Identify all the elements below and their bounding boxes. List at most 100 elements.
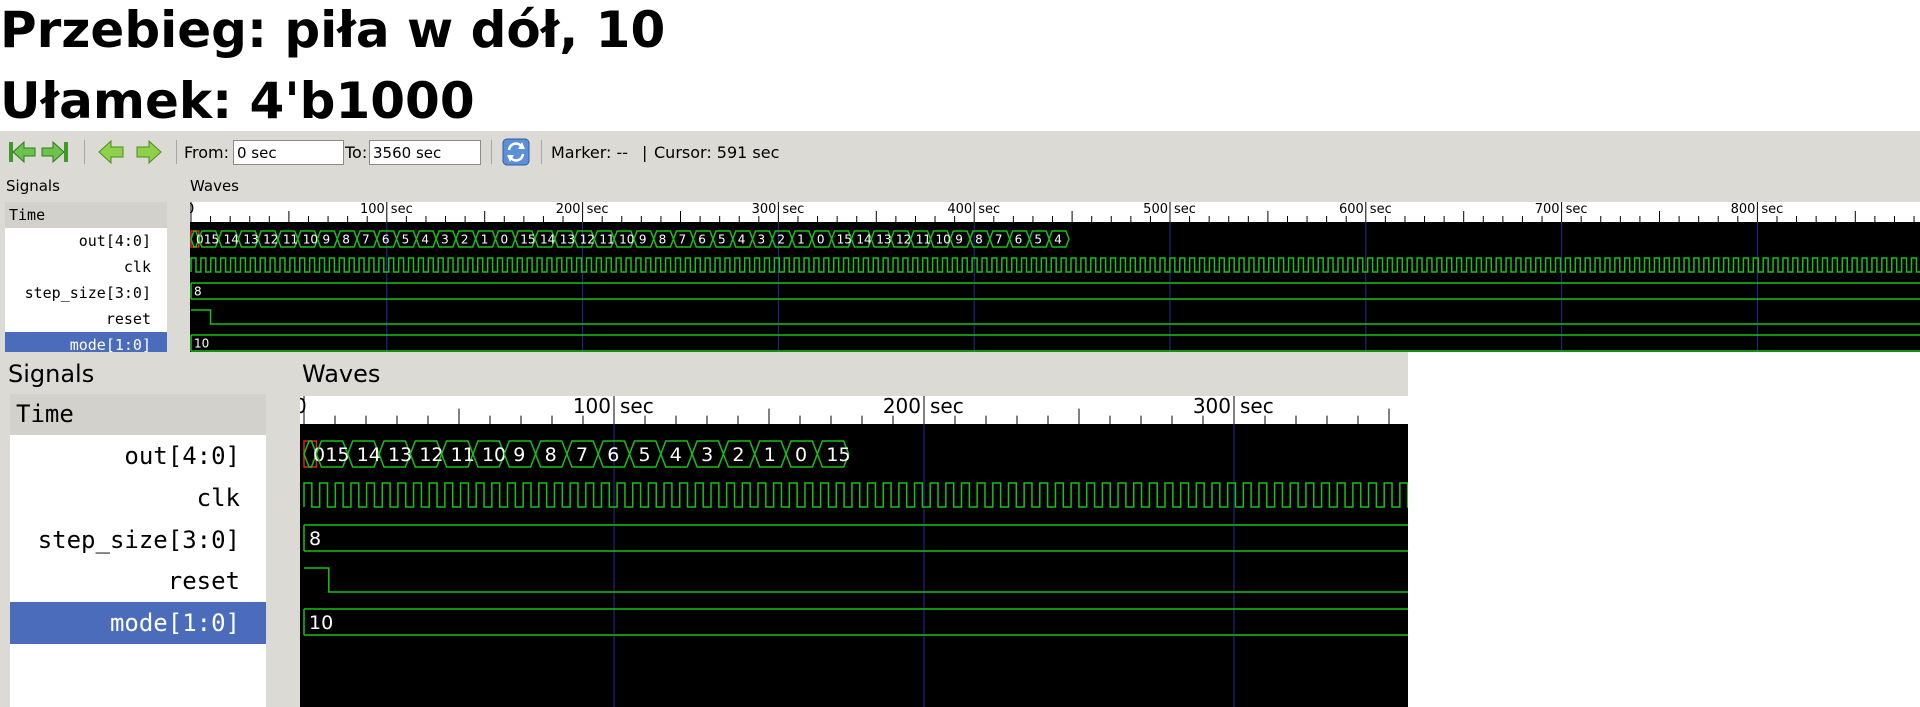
mode-wave [190, 334, 1920, 352]
bus-value: 0 [795, 444, 807, 466]
clk-wave [190, 257, 1920, 273]
time-label: 200 [556, 202, 581, 217]
time-unit-label: sec [978, 202, 1000, 217]
bus-value: 1 [797, 232, 805, 246]
bus-value: 9 [639, 232, 647, 246]
bus-value: 4 [421, 232, 429, 246]
time-label: 0 [300, 396, 307, 418]
bus-value: 9 [955, 232, 963, 246]
jump-to-end-icon[interactable] [40, 139, 70, 165]
bus-value: 7 [995, 232, 1003, 246]
bus-value: 8 [309, 528, 321, 550]
bus-value: 7 [576, 444, 588, 466]
bus-value: 14 [224, 232, 239, 246]
waves-frame-label: Waves [188, 177, 241, 195]
toolbar-separator [176, 140, 177, 164]
wave-area[interactable]: 0 100 sec 200 sec 300 sec 400 sec 500 sec 600 sec 700… [190, 202, 1920, 352]
bus-value: 4 [1054, 232, 1062, 246]
time-ruler [190, 202, 1920, 222]
time-label: 100 [573, 396, 611, 418]
signal-row-step-size[interactable]: step_size[3:0] [5, 280, 167, 306]
bus-value: 10 [303, 232, 318, 246]
signal-row-time: Time [5, 202, 167, 228]
waveform-canvas: 0 100 sec 200 sec 300 sec0 15 14 13 12 11 10 9 8 7 6 5 4 3 2… [300, 396, 1408, 707]
bus-value: 0 [817, 232, 825, 246]
waveform-viewer-zoomed: Signals Waves Time out[4:0] clk step_siz… [0, 352, 1408, 707]
bus-value: 6 [1015, 232, 1023, 246]
signal-row-clk[interactable]: clk [5, 254, 167, 280]
jump-to-start-icon[interactable] [7, 139, 37, 165]
bus-value: 6 [382, 232, 390, 246]
bus-value: 13 [388, 444, 412, 466]
bus-value: 7 [362, 232, 370, 246]
signal-row-mode[interactable]: mode[1:0] [10, 602, 266, 644]
bus-value: 13 [876, 232, 891, 246]
time-unit-label: sec [620, 396, 654, 418]
zoom-back-icon[interactable] [97, 139, 125, 165]
signal-row-out[interactable]: out[4:0] [10, 435, 266, 477]
page-heading-title: Przebieg: piła w dół, 10 [0, 1, 666, 59]
time-label: 700 [1535, 202, 1560, 217]
bus-value: 11 [916, 232, 931, 246]
zoom-forward-icon[interactable] [135, 139, 163, 165]
bus-value: 15 [826, 444, 850, 466]
bus-value: 14 [856, 232, 871, 246]
reload-icon[interactable] [502, 138, 530, 166]
signal-row-step-size[interactable]: step_size[3:0] [10, 519, 266, 561]
bus-value: 4 [738, 232, 746, 246]
bus-value: 14 [540, 232, 555, 246]
bus-value: 5 [639, 444, 651, 466]
bus-value: 5 [1034, 232, 1042, 246]
signals-frame-label: Signals [6, 360, 97, 388]
bus-value: 10 [309, 612, 333, 634]
bus-value: 1 [764, 444, 776, 466]
toolbar: From: To: Marker: -- | Cursor: 591 sec [0, 131, 1920, 173]
bus-value: 3 [441, 232, 449, 246]
from-input[interactable] [233, 140, 344, 165]
bus-value: 6 [607, 444, 619, 466]
time-unit-label: sec [1174, 202, 1196, 217]
bus-value: 15 [325, 444, 349, 466]
marker-readout: Marker: -- [551, 143, 629, 162]
bus-value: 3 [701, 444, 713, 466]
bus-value: 15 [204, 232, 219, 246]
bus-value: 9 [322, 232, 330, 246]
bus-value: 12 [263, 232, 278, 246]
signal-row-out[interactable]: out[4:0] [5, 228, 167, 254]
signal-list: Time out[4:0] clk step_size[3:0] reset m… [5, 202, 167, 352]
signal-row-clk[interactable]: clk [10, 477, 266, 519]
signal-row-time: Time [10, 394, 266, 435]
bus-value: 12 [580, 232, 595, 246]
time-label: 500 [1143, 202, 1168, 217]
bus-value: 1 [481, 232, 489, 246]
bus-value: 12 [896, 232, 911, 246]
time-unit-label: sec [1370, 202, 1392, 217]
readout-separator: | [642, 143, 648, 162]
time-label: 100 [360, 202, 385, 217]
signal-row-reset[interactable]: reset [5, 306, 167, 332]
bus-value: 5 [718, 232, 726, 246]
cursor-readout: Cursor: 591 sec [654, 143, 780, 162]
mode-wave [303, 608, 1408, 636]
time-unit-label: sec [1761, 202, 1783, 217]
bus-value: 10 [194, 336, 209, 350]
time-label: 400 [947, 202, 972, 217]
wave-area[interactable]: 0 100 sec 200 sec 300 sec 0 15 14 13 12 11 10 9 8 7 6 5 4 3 2… [300, 396, 1408, 707]
bus-value: 11 [599, 232, 614, 246]
bus-value: 13 [560, 232, 575, 246]
bus-value: 8 [342, 232, 350, 246]
bus-value: 8 [659, 232, 667, 246]
step-size-wave [190, 282, 1920, 300]
clk-wave [303, 482, 1408, 508]
signal-list: Time out[4:0] clk step_size[3:0] reset m… [10, 394, 266, 707]
to-input[interactable] [369, 140, 481, 165]
waves-frame-label: Waves [300, 360, 383, 388]
signal-row-reset[interactable]: reset [10, 561, 266, 602]
bus-value: 0 [500, 232, 508, 246]
bus-value: 12 [419, 444, 443, 466]
signals-frame-label: Signals [4, 177, 62, 195]
step-size-wave [303, 524, 1408, 552]
signal-row-mode[interactable]: mode[1:0] [5, 332, 167, 352]
page-heading-subtitle: Ułamek: 4'b1000 [0, 72, 475, 130]
time-unit-label: sec [930, 396, 964, 418]
